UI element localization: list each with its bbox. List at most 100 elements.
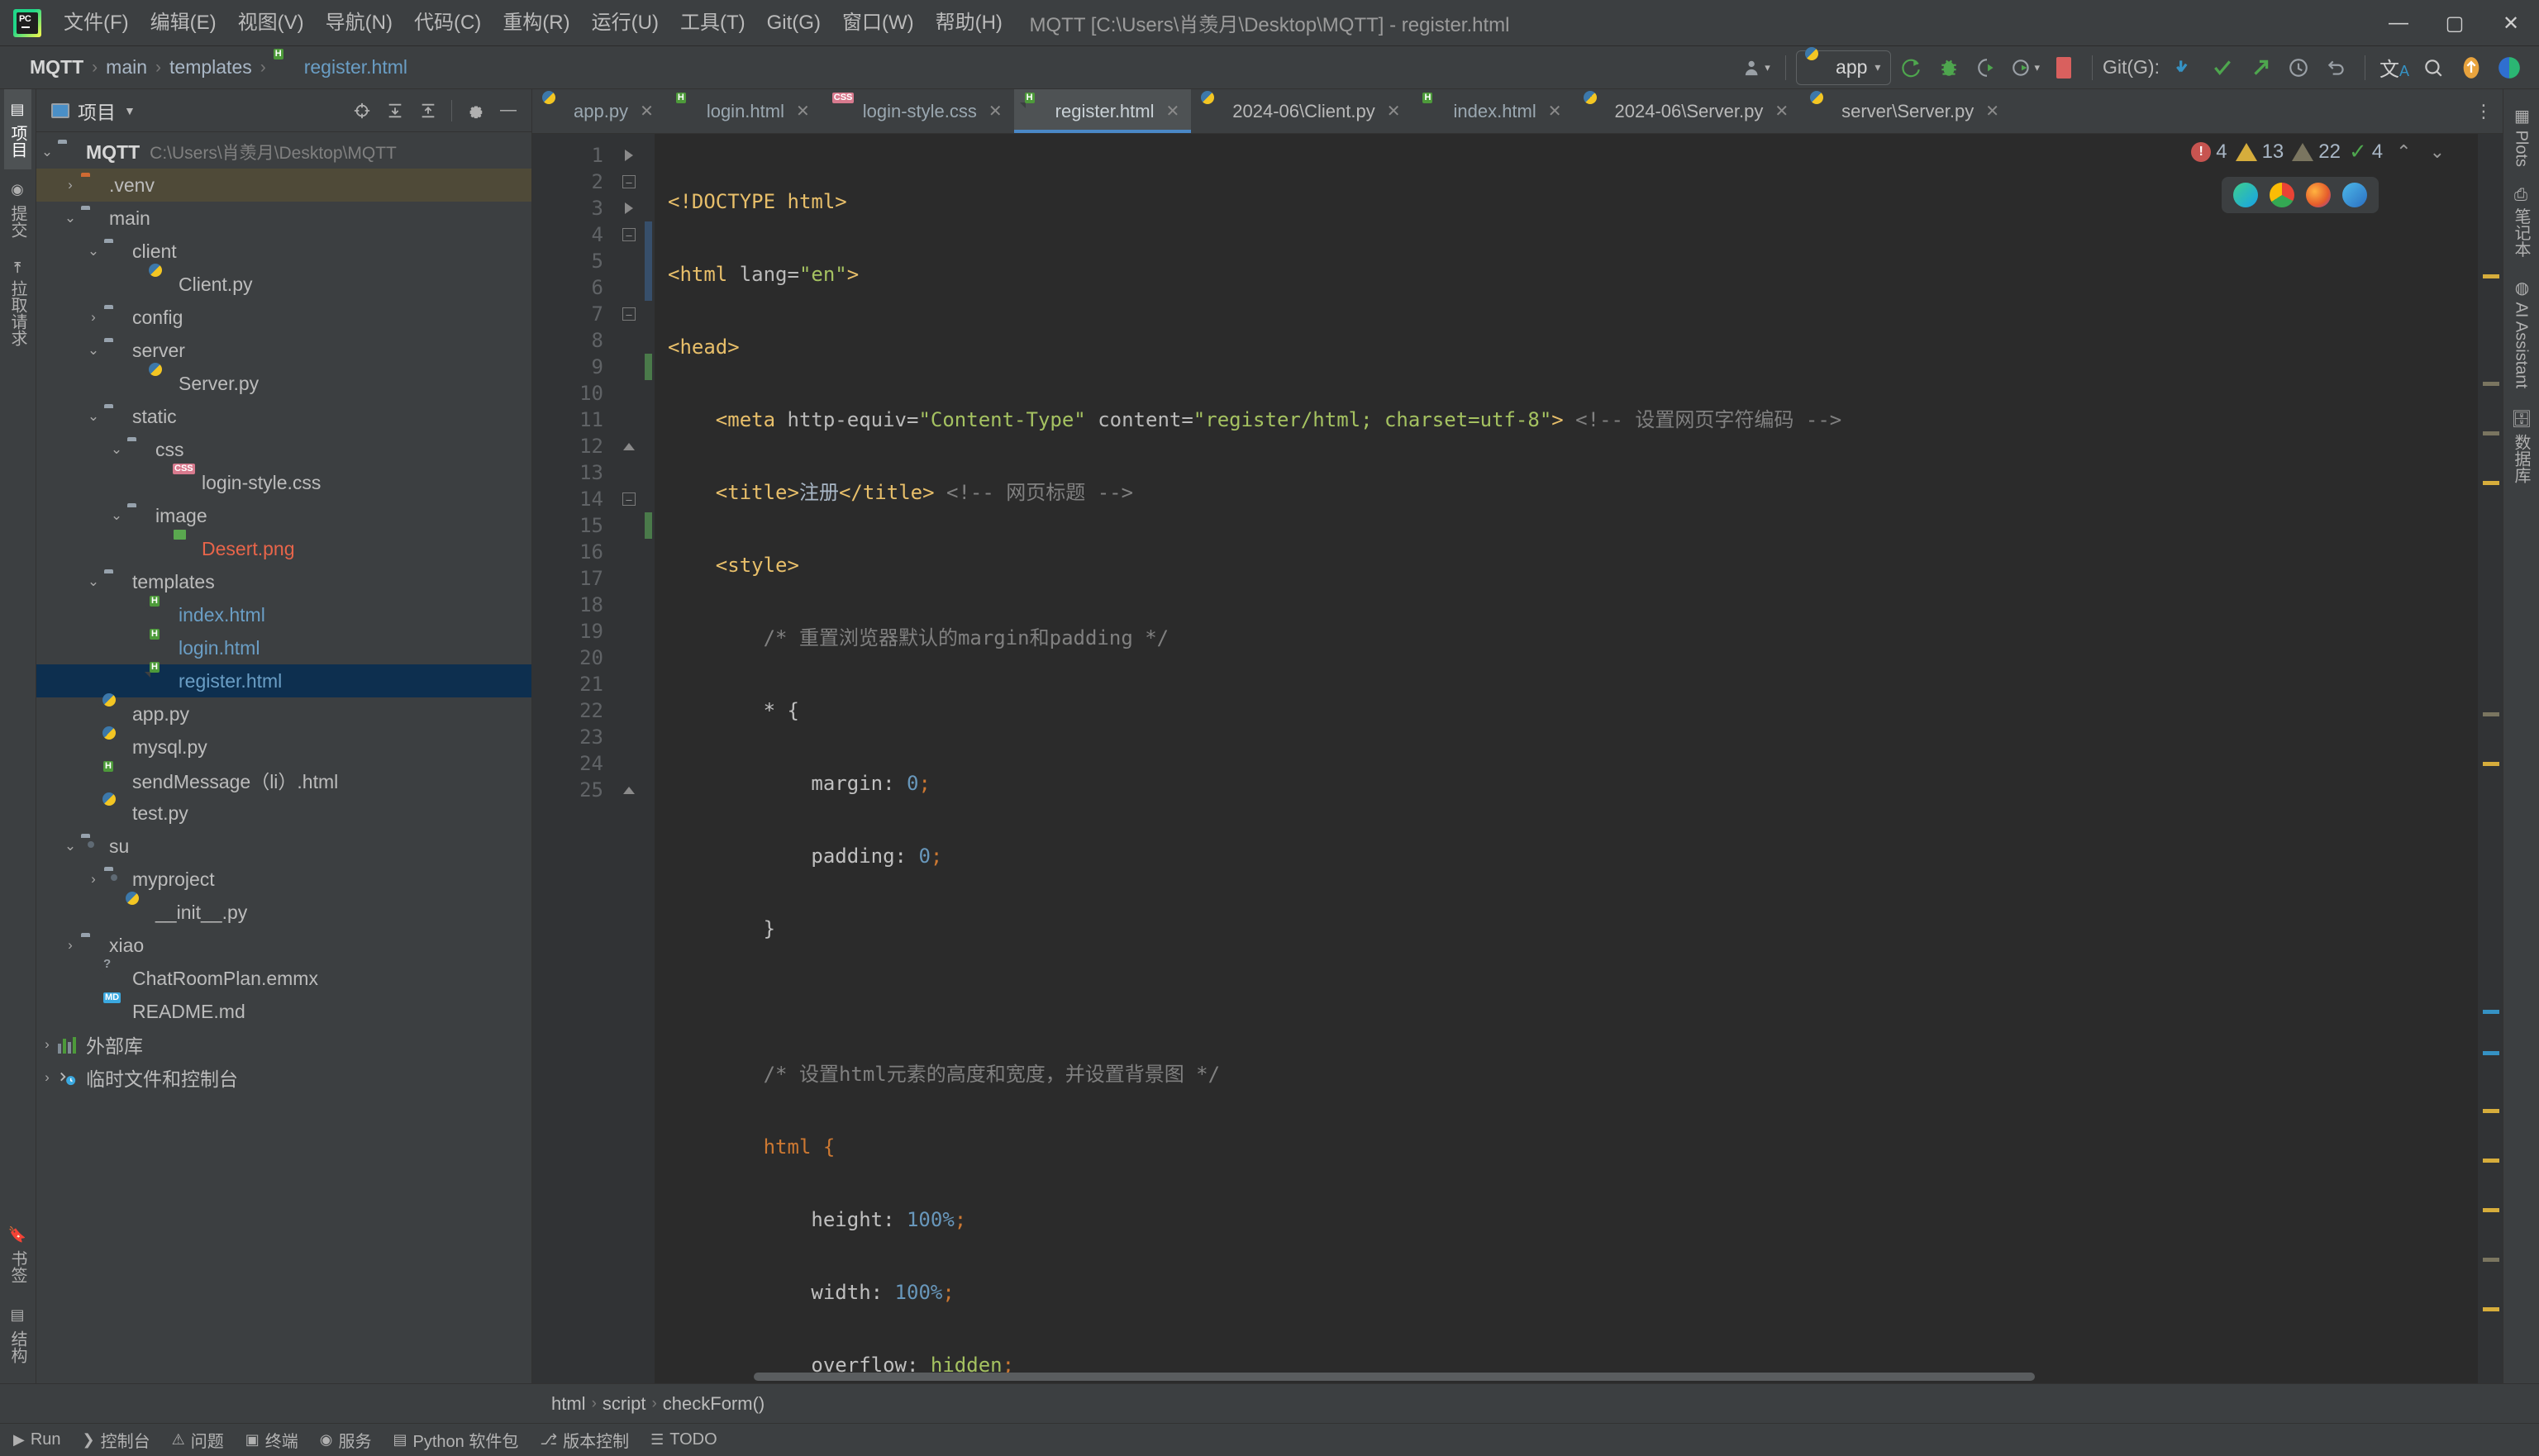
status-todo[interactable]: ☰ TODO <box>650 1430 717 1449</box>
inspection-widget[interactable]: ! 4 13 22 ✓ 4 ⌃ ⌄ <box>2191 139 2450 164</box>
search-icon[interactable] <box>2415 50 2451 86</box>
close-icon[interactable]: ✕ <box>1548 101 1562 121</box>
warning-count[interactable]: 13 <box>2235 140 2284 164</box>
bottom-breadcrumb-function[interactable]: checkForm() <box>657 1393 770 1415</box>
chevron-down-icon[interactable]: ⌄ <box>83 408 104 425</box>
change-marker[interactable] <box>645 512 652 539</box>
chevron-down-icon[interactable]: ⌄ <box>83 342 104 359</box>
sidebar-item-plots[interactable]: ▦ Plots <box>2510 96 2533 177</box>
run-configuration-selector[interactable]: app ▾ <box>1796 46 1892 85</box>
tree-node-image[interactable]: ⌄ image <box>36 499 531 532</box>
tree-node-init-py[interactable]: __init__.py <box>36 892 531 929</box>
hide-panel-icon[interactable]: — <box>493 96 523 126</box>
stripe-marker[interactable] <box>2483 712 2499 716</box>
tree-node-login-html[interactable]: H login.html <box>36 629 531 664</box>
project-tree[interactable]: ⌄ MQTT C:\Users\肖羡月\Desktop\MQTT › .venv… <box>36 132 531 1383</box>
menu-code[interactable]: 代码(C) <box>403 0 492 46</box>
tree-node-index-html[interactable]: H index.html <box>36 596 531 631</box>
typo-count[interactable]: ✓ 4 <box>2349 139 2383 164</box>
menu-navigate[interactable]: 导航(N) <box>315 0 403 46</box>
bottom-breadcrumb-html[interactable]: html <box>545 1393 592 1415</box>
tree-node-chatroomplan-emmx[interactable]: ? ChatRoomPlan.emmx <box>36 957 531 995</box>
sidebar-item-structure[interactable]: ▤ 结构 <box>4 1295 31 1375</box>
rollback-icon[interactable] <box>2318 50 2355 86</box>
close-button[interactable]: ✕ <box>2483 0 2539 46</box>
tree-node-register-html[interactable]: H register.html <box>36 662 531 697</box>
close-icon[interactable]: ✕ <box>1985 101 1999 121</box>
sidebar-item-ai-assistant[interactable]: ◍ AI Assistant <box>2510 268 2533 398</box>
code-editor[interactable]: 1 2 3 4 5 6 7 8 9 10 11 12 13 14 15 16 1 <box>532 134 2503 1383</box>
tab-login-style-css[interactable]: CSS login-style.css ✕ <box>822 89 1014 133</box>
expand-all-icon[interactable] <box>380 96 410 126</box>
tree-node-scratches-consoles[interactable]: › 临时文件和控制台 <box>36 1061 531 1094</box>
tree-node-server-py[interactable]: Server.py <box>36 363 531 400</box>
error-count[interactable]: ! 4 <box>2191 140 2227 164</box>
stop-icon[interactable] <box>2046 50 2082 86</box>
tree-node-test-py[interactable]: test.py <box>36 792 531 830</box>
stripe-marker[interactable] <box>2483 762 2499 766</box>
tree-node-login-style-css[interactable]: CSS login-style.css <box>36 464 531 499</box>
chevron-right-icon[interactable]: › <box>60 177 81 193</box>
minimize-button[interactable]: — <box>2370 0 2427 46</box>
close-icon[interactable]: ✕ <box>988 101 1003 121</box>
status-terminal[interactable]: ▣ 终端 <box>245 1428 298 1452</box>
menu-view[interactable]: 视图(V) <box>227 0 315 46</box>
select-opened-file-icon[interactable] <box>347 96 377 126</box>
tree-node-sendmessage-html[interactable]: H sendMessage（li）.html <box>36 761 531 797</box>
translate-icon[interactable]: 文A <box>2375 50 2413 86</box>
history-icon[interactable] <box>2280 50 2317 86</box>
change-marker[interactable] <box>645 354 652 380</box>
tab-index-html[interactable]: H index.html ✕ <box>1412 89 1573 133</box>
sidebar-item-database[interactable]: 🗄 数据库 <box>2508 398 2535 493</box>
collapse-all-icon[interactable] <box>413 96 443 126</box>
chevron-right-icon[interactable]: › <box>36 1069 58 1086</box>
close-icon[interactable]: ✕ <box>1166 101 1180 121</box>
tree-node-app-py[interactable]: app.py <box>36 693 531 730</box>
code-content[interactable]: <!DOCTYPE html> <html lang="en"> <head> … <box>655 134 2478 1383</box>
change-marker[interactable] <box>645 221 652 301</box>
tree-node-config[interactable]: › config <box>36 301 531 334</box>
chevron-down-icon[interactable]: ⌄ <box>83 243 104 259</box>
tree-node-client-py[interactable]: Client.py <box>36 264 531 301</box>
chevron-down-icon[interactable]: ⌄ <box>36 144 58 160</box>
menu-edit[interactable]: 编辑(E) <box>140 0 227 46</box>
tree-node-css[interactable]: ⌄ css <box>36 433 531 466</box>
tab-register-html[interactable]: H register.html ✕ <box>1013 89 1192 133</box>
settings-gear-icon[interactable] <box>460 96 490 126</box>
tab-2024-06-server-py[interactable]: 2024-06\Server.py ✕ <box>1574 89 1801 133</box>
tree-node-main[interactable]: ⌄ main <box>36 202 531 235</box>
commit-icon[interactable] <box>2204 50 2241 86</box>
stripe-marker[interactable] <box>2483 1159 2499 1163</box>
sidebar-item-pull-request[interactable]: ⇤ 拉取请求 <box>4 250 31 358</box>
tree-node-mysql-py[interactable]: mysql.py <box>36 726 531 764</box>
status-python-packages[interactable]: ▤ Python 软件包 <box>393 1428 519 1452</box>
next-problem-icon[interactable]: ⌄ <box>2425 141 2450 163</box>
stripe-marker[interactable] <box>2483 274 2499 278</box>
chevron-right-icon[interactable]: › <box>83 871 104 887</box>
stripe-marker[interactable] <box>2483 1307 2499 1311</box>
menu-run[interactable]: 运行(U) <box>581 0 669 46</box>
breadcrumb-item-file[interactable]: register.html <box>299 56 412 79</box>
menu-refactor[interactable]: 重构(R) <box>492 0 580 46</box>
weak-warning-count[interactable]: 22 <box>2292 140 2341 164</box>
stripe-marker[interactable] <box>2483 1010 2499 1014</box>
stripe-marker[interactable] <box>2483 481 2499 485</box>
close-icon[interactable]: ✕ <box>1387 101 1401 121</box>
maximize-button[interactable]: ▢ <box>2427 0 2483 46</box>
close-icon[interactable]: ✕ <box>1774 101 1789 121</box>
chevron-down-icon[interactable]: ⌄ <box>106 507 127 524</box>
tree-node-mqtt[interactable]: ⌄ MQTT C:\Users\肖羡月\Desktop\MQTT <box>36 136 531 169</box>
tree-node-templates[interactable]: ⌄ templates <box>36 565 531 598</box>
chevron-right-icon[interactable]: › <box>36 1036 58 1053</box>
breadcrumb-item-project[interactable]: MQTT <box>25 56 88 79</box>
tab-server-server-py[interactable]: server\Server.py ✕ <box>1800 89 2011 133</box>
updates-icon[interactable] <box>2453 50 2489 86</box>
firefox-browser-icon[interactable] <box>2306 183 2331 207</box>
chevron-down-icon[interactable]: ⌄ <box>60 838 81 854</box>
menu-tools[interactable]: 工具(T) <box>669 0 756 46</box>
bottom-breadcrumb-script[interactable]: script <box>597 1393 652 1415</box>
menu-window[interactable]: 窗口(W) <box>831 0 925 46</box>
ai-icon[interactable] <box>2491 50 2527 86</box>
editor-horizontal-scrollbar[interactable] <box>655 1370 2478 1383</box>
run-icon[interactable] <box>1893 50 1929 86</box>
